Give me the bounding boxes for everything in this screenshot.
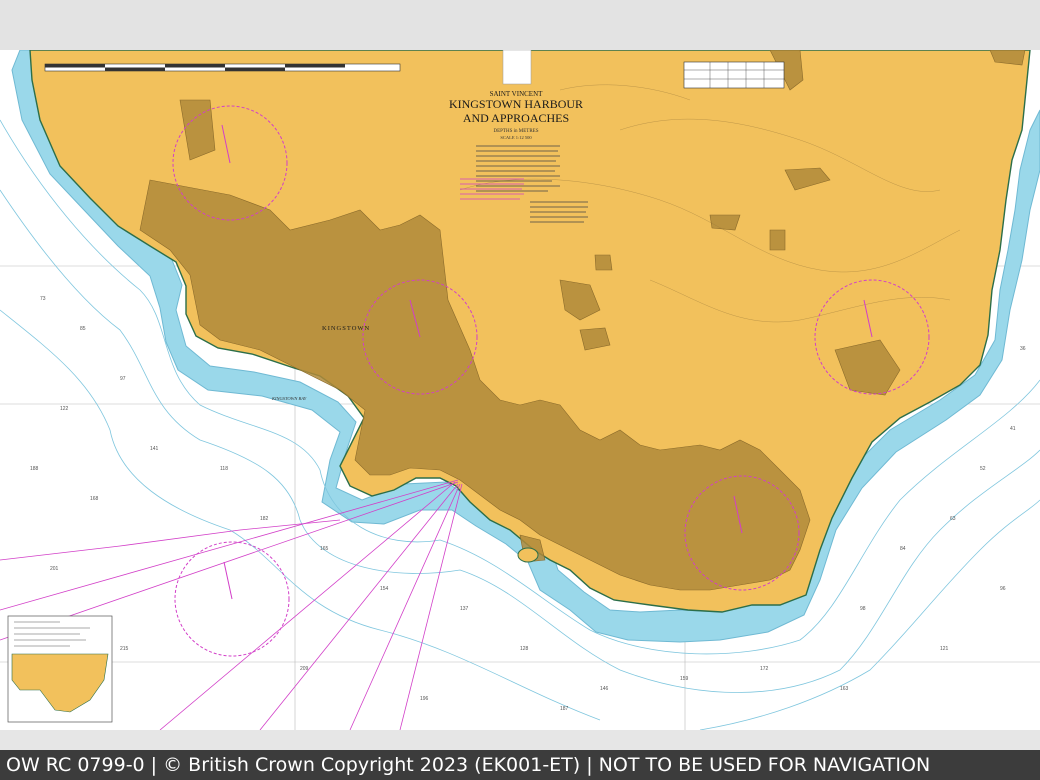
scale-bar bbox=[44, 63, 401, 72]
scale-label: SCALE 1:12 500 bbox=[500, 135, 532, 140]
top-margin-band bbox=[0, 0, 1040, 50]
svg-text:122: 122 bbox=[60, 406, 69, 412]
svg-text:52: 52 bbox=[980, 466, 986, 472]
svg-text:96: 96 bbox=[1000, 586, 1006, 592]
title-line-3: AND APPROACHES bbox=[463, 111, 569, 125]
svg-text:154: 154 bbox=[380, 586, 389, 592]
svg-text:121: 121 bbox=[940, 646, 949, 652]
place-name-kingstown-bay: KINGSTOWN BAY bbox=[271, 396, 307, 401]
footer-copyright-bar: OW RC 0799-0 | © British Crown Copyright… bbox=[0, 750, 1040, 780]
source-diagram-inset bbox=[7, 615, 113, 723]
svg-text:98: 98 bbox=[860, 606, 866, 612]
svg-text:172: 172 bbox=[760, 666, 769, 672]
svg-text:182: 182 bbox=[260, 516, 269, 522]
svg-text:196: 196 bbox=[420, 696, 429, 702]
svg-text:41: 41 bbox=[1010, 426, 1016, 432]
svg-text:201: 201 bbox=[50, 566, 59, 572]
svg-text:165: 165 bbox=[320, 546, 329, 552]
svg-text:36: 36 bbox=[1020, 346, 1026, 352]
svg-text:209: 209 bbox=[300, 666, 309, 672]
svg-text:73: 73 bbox=[40, 296, 46, 302]
title-line-2: KINGSTOWN HARBOUR bbox=[449, 97, 583, 111]
depths-label: DEPTHS in METRES bbox=[493, 129, 538, 134]
svg-text:137: 137 bbox=[460, 606, 469, 612]
svg-text:146: 146 bbox=[600, 686, 609, 692]
place-name-kingstown: KINGSTOWN bbox=[322, 325, 370, 332]
svg-text:163: 163 bbox=[840, 686, 849, 692]
svg-text:63: 63 bbox=[950, 516, 956, 522]
tidal-table bbox=[683, 61, 785, 89]
nautical-chart[interactable]: 73 85 97 122 141 118 168 182 165 154 137 128 146… bbox=[0, 50, 1040, 730]
chart-number-box bbox=[502, 50, 532, 85]
svg-text:97: 97 bbox=[120, 376, 126, 382]
svg-text:187: 187 bbox=[560, 706, 569, 712]
svg-text:84: 84 bbox=[900, 546, 906, 552]
svg-text:128: 128 bbox=[520, 646, 529, 652]
svg-text:188: 188 bbox=[30, 466, 39, 472]
svg-text:141: 141 bbox=[150, 446, 159, 452]
islet bbox=[517, 547, 539, 563]
svg-text:85: 85 bbox=[80, 326, 86, 332]
svg-text:168: 168 bbox=[90, 496, 99, 502]
svg-text:159: 159 bbox=[680, 676, 689, 682]
svg-text:215: 215 bbox=[120, 646, 129, 652]
svg-text:118: 118 bbox=[220, 466, 228, 472]
